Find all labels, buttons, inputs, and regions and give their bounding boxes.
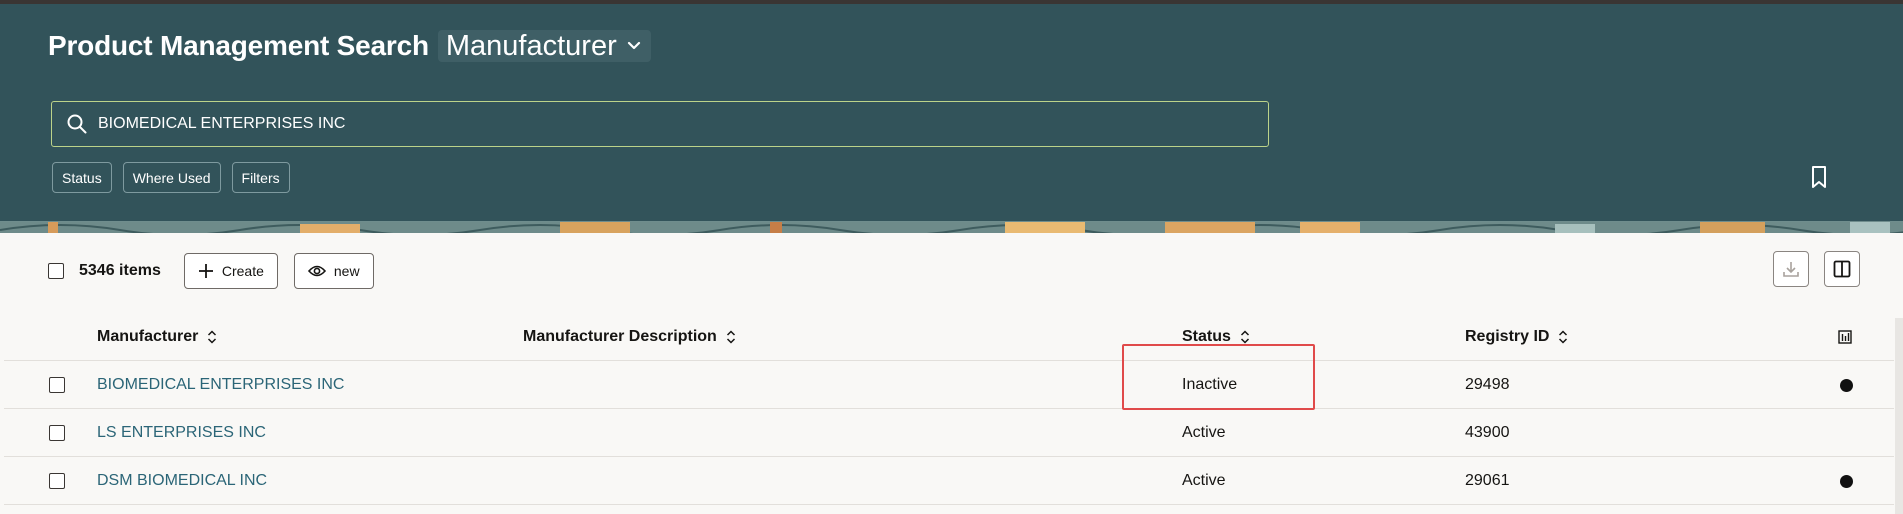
title-row: Product Management Search Manufacturer bbox=[48, 30, 651, 62]
create-button[interactable]: Create bbox=[183, 253, 278, 289]
page-title: Product Management Search bbox=[48, 30, 429, 61]
sort-icon bbox=[208, 330, 217, 344]
column-header-registry-id[interactable]: Registry ID bbox=[1465, 313, 1568, 361]
results-table: Manufacturer Manufacturer Description St… bbox=[4, 313, 1894, 505]
where-used-filter-chip[interactable]: Where Used bbox=[122, 162, 221, 193]
status-filter-chip[interactable]: Status bbox=[52, 162, 112, 193]
column-header-label: Registry ID bbox=[1465, 328, 1550, 345]
status-highlight-annotation bbox=[1122, 344, 1315, 410]
eye-icon bbox=[307, 265, 326, 277]
column-layout-button[interactable] bbox=[1824, 251, 1860, 287]
items-count: 5346 items bbox=[79, 262, 161, 279]
status-dot-icon bbox=[1840, 474, 1853, 488]
status-dot-icon bbox=[1840, 378, 1853, 392]
view-new-button-label: new bbox=[333, 263, 360, 279]
results-toolbar: 5346 items Create new bbox=[48, 253, 374, 289]
column-header-description[interactable]: Manufacturer Description bbox=[523, 313, 736, 361]
chevron-down-icon bbox=[627, 41, 640, 50]
manufacturer-link[interactable]: DSM BIOMEDICAL INC bbox=[97, 457, 267, 505]
select-all-checkbox[interactable] bbox=[48, 263, 64, 279]
search-context-dropdown[interactable]: Manufacturer bbox=[437, 29, 651, 62]
download-icon bbox=[1783, 262, 1799, 277]
vertical-scrollbar[interactable] bbox=[1895, 318, 1903, 514]
status-value: Active bbox=[1182, 424, 1226, 441]
column-header-label: Manufacturer bbox=[97, 328, 199, 345]
manufacturer-link[interactable]: LS ENTERPRISES INC bbox=[97, 409, 266, 457]
filters-chip[interactable]: Filters bbox=[231, 162, 290, 193]
column-settings-icon bbox=[1838, 330, 1852, 344]
view-new-button[interactable]: new bbox=[293, 253, 374, 289]
sort-icon bbox=[1240, 330, 1249, 344]
search-context-label: Manufacturer bbox=[445, 29, 617, 62]
column-settings-button[interactable] bbox=[1838, 313, 1852, 361]
registry-id-value: 43900 bbox=[1465, 424, 1510, 441]
sort-icon bbox=[1559, 330, 1568, 344]
column-header-manufacturer[interactable]: Manufacturer bbox=[97, 313, 217, 361]
columns-icon bbox=[1833, 260, 1851, 278]
plus-icon bbox=[198, 264, 213, 278]
table-row[interactable]: BIOMEDICAL ENTERPRISES INC Inactive 2949… bbox=[4, 361, 1894, 409]
status-value: Active bbox=[1182, 472, 1226, 489]
sort-icon bbox=[726, 330, 735, 344]
row-checkbox[interactable] bbox=[49, 377, 65, 393]
registry-id-value: 29061 bbox=[1465, 472, 1510, 489]
search-input[interactable] bbox=[98, 109, 1268, 139]
table-header-row: Manufacturer Manufacturer Description St… bbox=[4, 313, 1894, 361]
table-row[interactable]: DSM BIOMEDICAL INC Active 29061 bbox=[4, 457, 1894, 505]
pattern-art bbox=[0, 222, 1903, 233]
download-button[interactable] bbox=[1773, 251, 1809, 287]
filter-chips: Status Where Used Filters bbox=[52, 162, 301, 193]
search-box[interactable] bbox=[51, 101, 1269, 147]
bookmark-icon[interactable] bbox=[1808, 164, 1830, 190]
manufacturer-link[interactable]: BIOMEDICAL ENTERPRISES INC bbox=[97, 361, 344, 409]
row-checkbox[interactable] bbox=[49, 425, 65, 441]
row-checkbox[interactable] bbox=[49, 473, 65, 489]
create-button-label: Create bbox=[221, 263, 264, 279]
page-header: Product Management Search Manufacturer S… bbox=[0, 4, 1903, 221]
decorative-banner-pattern bbox=[0, 221, 1903, 233]
table-row[interactable]: LS ENTERPRISES INC Active 43900 bbox=[4, 409, 1894, 457]
search-icon bbox=[67, 114, 87, 134]
registry-id-value: 29498 bbox=[1465, 376, 1510, 393]
column-header-label: Manufacturer Description bbox=[523, 328, 717, 345]
results-panel: 5346 items Create new Manufacturer Manuf… bbox=[0, 233, 1903, 514]
